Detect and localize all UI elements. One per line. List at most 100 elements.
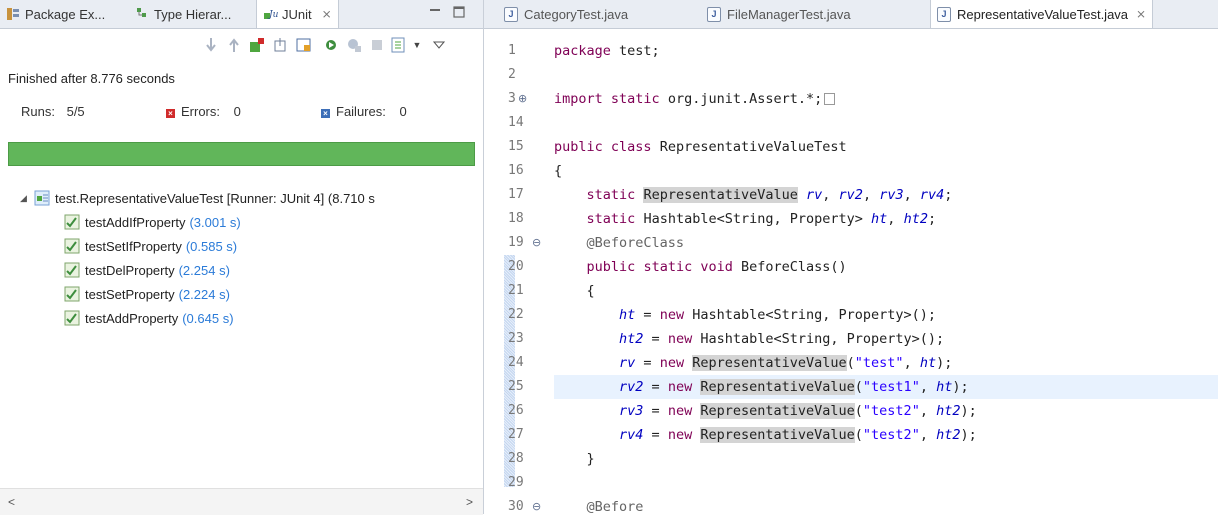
editor-tab-bar: J CategoryTest.java J FileManagerTest.ja… xyxy=(484,0,1218,29)
view-tab-bar: Package Ex... Type Hierar... Ju JUnit ⨯ xyxy=(0,0,483,29)
scroll-left-icon[interactable]: < xyxy=(8,495,15,509)
test-time: (2.224 s) xyxy=(178,286,230,302)
scroll-right-icon[interactable]: > xyxy=(466,495,473,509)
line-number: 30 xyxy=(508,499,524,514)
code-line: public static void BeforeClass() xyxy=(586,259,847,275)
junit-icon: Ju xyxy=(263,7,279,21)
line-number: 3 xyxy=(508,91,516,106)
collapse-arrow-icon[interactable]: ◢ xyxy=(20,193,34,204)
line-number-ruler: 1 2 3 ⊕ 14 15 16 17 18 19 ⊖ 20 21 22 23 … xyxy=(484,29,554,514)
rerun-test-icon[interactable] xyxy=(322,36,340,54)
junit-toolbar: ▼ xyxy=(0,29,483,59)
test-case-node[interactable]: testAddIfProperty (3.001 s) xyxy=(64,211,241,233)
code-line: static Hashtable<String, Property> ht, h… xyxy=(586,211,937,227)
tab-junit[interactable]: Ju JUnit ⨯ xyxy=(256,0,339,28)
java-file-icon: J xyxy=(707,6,721,22)
expand-fold-icon[interactable]: ⊕ xyxy=(518,87,527,111)
test-name: testAddIfProperty xyxy=(85,214,186,230)
test-name: testAddProperty xyxy=(85,310,179,326)
java-editor: J CategoryTest.java J FileManagerTest.ja… xyxy=(484,0,1218,515)
test-pass-icon xyxy=(64,214,80,230)
line-number: 14 xyxy=(508,115,524,130)
failures-counter: × Failures: 0 xyxy=(321,104,407,119)
code-line: import static org.junit.Assert.*; xyxy=(554,87,1218,111)
code-line: rv = new RepresentativeValue("test", ht)… xyxy=(619,355,953,371)
run-status-text: Finished after 8.776 seconds xyxy=(8,71,175,86)
test-pass-icon xyxy=(64,262,80,278)
test-time: (0.585 s) xyxy=(185,238,238,254)
tab-type-hierarchy[interactable]: Type Hierar... xyxy=(135,0,231,28)
test-pass-icon xyxy=(64,238,80,254)
code-line: @BeforeClass xyxy=(586,235,685,251)
stop-icon[interactable] xyxy=(368,36,386,54)
line-number: 25 xyxy=(508,379,524,394)
line-number: 2 xyxy=(508,67,516,82)
code-area[interactable]: package test; import static org.junit.As… xyxy=(554,29,1218,515)
test-case-node[interactable]: testSetProperty (2.224 s) xyxy=(64,283,230,305)
editor-tab-label: FileManagerTest.java xyxy=(727,6,851,22)
package-explorer-icon xyxy=(6,7,20,21)
next-failure-icon[interactable] xyxy=(202,36,220,54)
error-icon: × xyxy=(166,109,175,118)
history-dropdown-icon[interactable]: ▼ xyxy=(408,36,426,54)
test-name: testSetProperty xyxy=(85,286,175,302)
code-line: static RepresentativeValue rv, rv2, rv3,… xyxy=(586,187,953,203)
line-number: 1 xyxy=(508,43,516,58)
editor-tab-file-manager-test[interactable]: J FileManagerTest.java xyxy=(707,0,851,28)
close-icon[interactable]: ⨯ xyxy=(1136,7,1146,21)
java-file-icon: J xyxy=(504,6,518,22)
editor-tab-representative-value-test[interactable]: J RepresentativeValueTest.java ⨯ xyxy=(930,0,1154,28)
previous-failure-icon[interactable] xyxy=(225,36,243,54)
errors-value: 0 xyxy=(233,104,241,119)
code-line: ht2 = new Hashtable<String, Property>(); xyxy=(619,331,945,347)
tab-package-explorer[interactable]: Package Ex... xyxy=(6,0,105,28)
editor-tab-category-test[interactable]: J CategoryTest.java xyxy=(504,0,628,28)
code-line: } xyxy=(586,451,595,467)
test-pass-icon xyxy=(64,286,80,302)
line-number: 27 xyxy=(508,427,524,442)
close-icon[interactable]: ⨯ xyxy=(322,7,332,21)
code-line: @Before xyxy=(586,499,644,515)
tab-label: Type Hierar... xyxy=(154,6,232,22)
maximize-icon[interactable] xyxy=(452,6,466,20)
line-number: 15 xyxy=(508,139,524,154)
test-suite-pass-icon xyxy=(34,190,50,206)
line-number: 23 xyxy=(508,331,524,346)
code-line: ht = new Hashtable<String, Property>(); xyxy=(619,307,937,323)
test-suite-node[interactable]: ◢ test.RepresentativeValueTest [Runner: … xyxy=(20,187,375,209)
test-run-history-icon[interactable] xyxy=(390,36,408,54)
line-number: 19 xyxy=(508,235,524,250)
collapse-fold-icon[interactable]: ⊖ xyxy=(532,231,541,255)
minimize-icon[interactable] xyxy=(428,6,442,20)
counters-panel: Runs: 5/5 × Errors: 0 × Failures: 0 xyxy=(0,104,483,124)
junit-view: Package Ex... Type Hierar... Ju JUnit ⨯ xyxy=(0,0,484,515)
line-number: 28 xyxy=(508,451,524,466)
code-line: { xyxy=(554,163,563,179)
test-case-node[interactable]: testAddProperty (0.645 s) xyxy=(64,307,234,329)
show-failures-only-icon[interactable] xyxy=(248,36,266,54)
test-name: testSetIfProperty xyxy=(85,238,182,254)
line-number: 17 xyxy=(508,187,524,202)
test-case-node[interactable]: testDelProperty (2.254 s) xyxy=(64,259,230,281)
java-file-icon: J xyxy=(937,6,951,22)
collapse-fold-icon[interactable]: ⊖ xyxy=(532,495,541,519)
line-number: 22 xyxy=(508,307,524,322)
failure-icon: × xyxy=(321,109,330,118)
line-number: 18 xyxy=(508,211,524,226)
runs-counter: Runs: 5/5 xyxy=(21,104,85,119)
horizontal-scrollbar[interactable]: < > xyxy=(0,488,483,515)
folded-imports-icon[interactable] xyxy=(824,93,836,105)
test-time: (2.254 s) xyxy=(178,262,230,278)
scroll-lock-icon[interactable] xyxy=(272,36,290,54)
line-number: 20 xyxy=(508,259,524,274)
failures-value: 0 xyxy=(399,104,407,119)
test-case-node[interactable]: testSetIfProperty (0.585 s) xyxy=(64,235,237,257)
rerun-failures-first-icon[interactable] xyxy=(345,36,363,54)
runs-label: Runs: xyxy=(21,104,55,119)
line-number: 26 xyxy=(508,403,524,418)
view-menu-icon[interactable] xyxy=(430,36,448,54)
code-line: package test; xyxy=(554,43,660,59)
show-skipped-icon[interactable] xyxy=(295,36,313,54)
failures-label: Failures: xyxy=(336,104,386,119)
line-number: 24 xyxy=(508,355,524,370)
